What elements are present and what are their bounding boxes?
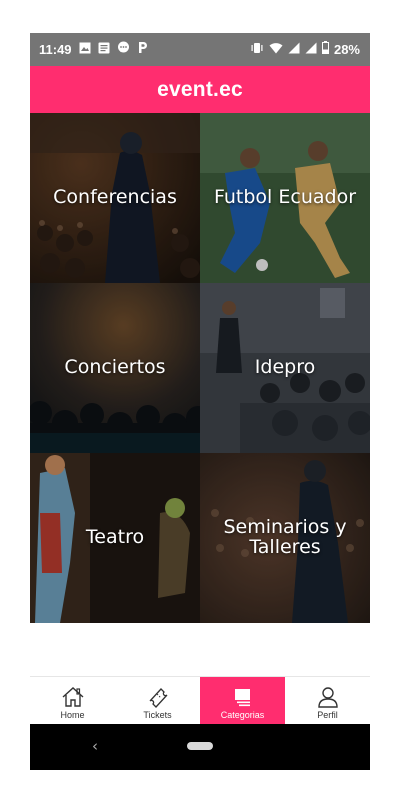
app-title: event.ec bbox=[157, 77, 243, 101]
back-icon[interactable]: ‹ bbox=[92, 737, 98, 755]
app-header: event.ec bbox=[30, 66, 370, 113]
nav-categorias[interactable]: Categorias bbox=[200, 677, 285, 725]
nav-label: Perfil bbox=[317, 710, 338, 720]
wifi-icon bbox=[269, 42, 283, 57]
status-bar: 11:49 28% bbox=[30, 33, 370, 66]
category-tile-idepro[interactable]: Idepro bbox=[200, 283, 370, 453]
battery-percent: 28% bbox=[333, 41, 360, 57]
category-label: Idepro bbox=[254, 356, 316, 379]
category-label: Futbol Ecuador bbox=[213, 186, 357, 209]
p-app-icon bbox=[137, 41, 148, 57]
nav-tickets[interactable]: Tickets bbox=[115, 677, 200, 725]
battery-icon bbox=[321, 41, 329, 57]
status-time: 11:49 bbox=[39, 41, 72, 57]
home-icon bbox=[62, 687, 83, 707]
phone-screen: 11:49 28% event.ec Conferencias Futbol E… bbox=[30, 33, 370, 770]
nav-label: Categorias bbox=[220, 710, 265, 720]
category-tile-futbol-ecuador[interactable]: Futbol Ecuador bbox=[200, 113, 370, 283]
category-grid: Conferencias Futbol Ecuador Conciertos I… bbox=[30, 113, 370, 623]
category-label: Seminarios y Talleres bbox=[223, 516, 347, 558]
nav-home[interactable]: Home bbox=[30, 677, 115, 725]
ticket-icon bbox=[149, 688, 167, 708]
signal-icon bbox=[288, 42, 300, 57]
system-navigation-bar: ‹ bbox=[30, 724, 370, 770]
signal-icon bbox=[305, 42, 317, 57]
category-tile-teatro[interactable]: Teatro bbox=[30, 453, 200, 623]
message-icon bbox=[98, 42, 110, 57]
categories-icon bbox=[234, 689, 250, 707]
nav-perfil[interactable]: Perfil bbox=[285, 677, 370, 725]
category-tile-conciertos[interactable]: Conciertos bbox=[30, 283, 200, 453]
chat-bubble-icon bbox=[117, 41, 130, 57]
category-label: Conferencias bbox=[53, 186, 177, 209]
vibrate-icon bbox=[250, 42, 264, 57]
category-label: Teatro bbox=[85, 526, 145, 549]
category-tile-conferencias[interactable]: Conferencias bbox=[30, 113, 200, 283]
nav-label: Home bbox=[60, 710, 85, 720]
image-icon bbox=[79, 42, 91, 57]
status-left: 11:49 bbox=[39, 41, 148, 57]
user-icon bbox=[317, 687, 338, 708]
home-pill-icon[interactable] bbox=[187, 742, 213, 750]
category-label: Conciertos bbox=[64, 356, 166, 379]
category-tile-seminarios-y-talleres[interactable]: Seminarios y Talleres bbox=[200, 453, 370, 623]
status-right: 28% bbox=[250, 41, 360, 57]
nav-label: Tickets bbox=[143, 710, 172, 720]
bottom-navigation: Home Tickets Categorias Perfil bbox=[30, 676, 370, 725]
